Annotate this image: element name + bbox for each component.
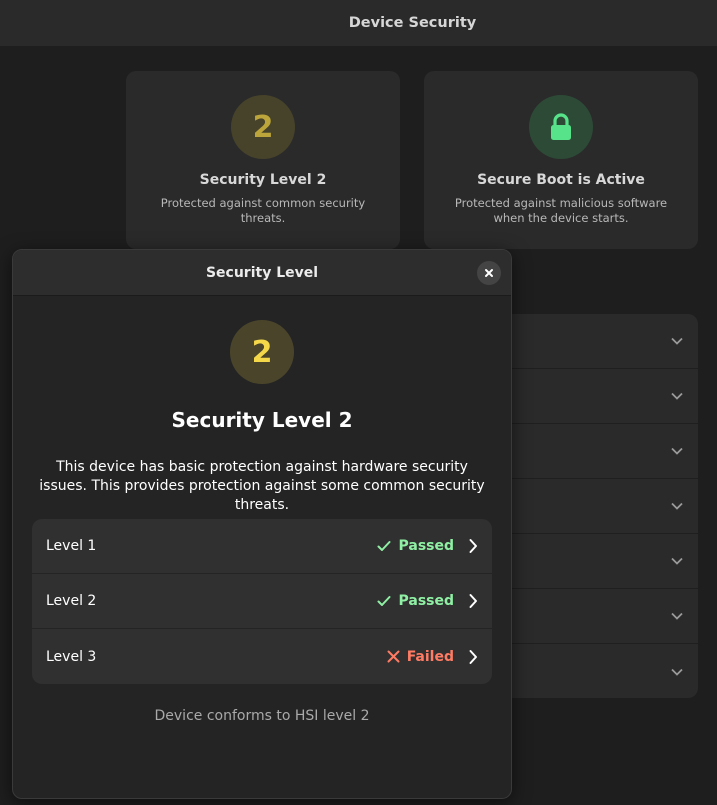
security-level-badge: 2: [231, 95, 295, 159]
hsi-conformance-text: Device conforms to HSI level 2: [154, 708, 370, 724]
chevron-right-icon: [469, 539, 477, 553]
list-item[interactable]: [480, 589, 698, 644]
lock-icon: [551, 113, 571, 140]
secure-boot-card-title: Secure Boot is Active: [477, 172, 645, 188]
level-name: Level 2: [46, 593, 97, 609]
level-name: Level 3: [46, 648, 97, 665]
close-icon: [485, 269, 493, 277]
dialog-heading: Security Level 2: [171, 408, 353, 432]
level-name: Level 1: [46, 538, 97, 554]
chevron-right-icon: [469, 649, 477, 664]
list-item[interactable]: [480, 369, 698, 424]
chevron-down-icon: [671, 557, 683, 565]
close-button[interactable]: [477, 261, 501, 285]
chevron-down-icon: [671, 612, 683, 620]
list-item[interactable]: [480, 479, 698, 534]
checkmark-icon: [377, 541, 391, 551]
list-item[interactable]: [480, 644, 698, 698]
chevron-down-icon: [671, 447, 683, 455]
security-level-card[interactable]: 2 Security Level 2 Protected against com…: [126, 71, 400, 249]
level-row-2[interactable]: Level 2 Passed: [32, 574, 492, 629]
security-level-card-title: Security Level 2: [199, 172, 327, 188]
chevron-down-icon: [671, 668, 683, 676]
chevron-down-icon: [671, 337, 683, 345]
chevron-right-icon: [469, 594, 477, 608]
chevron-down-icon: [671, 502, 683, 510]
security-level-card-description: Protected against common security threat…: [160, 196, 366, 225]
level-status-label: Passed: [398, 538, 454, 554]
checkmark-icon: [377, 596, 391, 606]
list-item[interactable]: [480, 424, 698, 479]
level-status-label: Failed: [406, 648, 454, 665]
device-security-window: Device Security 2 Security Level 2 Prote…: [0, 0, 717, 805]
secure-boot-badge: [529, 95, 593, 159]
chevron-down-icon: [671, 392, 683, 400]
level-row-3[interactable]: Level 3 Failed: [32, 629, 492, 684]
window-title: Device Security: [348, 15, 477, 31]
level-status: Passed: [377, 538, 454, 554]
list-item[interactable]: [480, 534, 698, 589]
secure-boot-card[interactable]: Secure Boot is Active Protected against …: [424, 71, 698, 249]
header-bar: Device Security: [0, 0, 717, 46]
dialog-header: Security Level: [13, 250, 511, 296]
list-item[interactable]: [480, 314, 698, 369]
level-status: Passed: [377, 593, 454, 609]
level-row-1[interactable]: Level 1 Passed: [32, 519, 492, 574]
cross-icon: [387, 650, 400, 663]
background-device-list: [480, 314, 698, 698]
dialog-title: Security Level: [205, 264, 319, 281]
dialog-description: This device has basic protection against…: [39, 459, 485, 513]
level-status-label: Passed: [398, 593, 454, 609]
security-level-dialog: Security Level 2 Security Level 2 This d…: [12, 249, 512, 799]
level-status: Failed: [387, 649, 454, 665]
secure-boot-card-description: Protected against malicious software whe…: [454, 196, 668, 225]
dialog-level-badge: 2: [230, 320, 294, 384]
level-list: Level 1 Passed Level 2 Passed Level 3 Fa…: [32, 519, 492, 684]
